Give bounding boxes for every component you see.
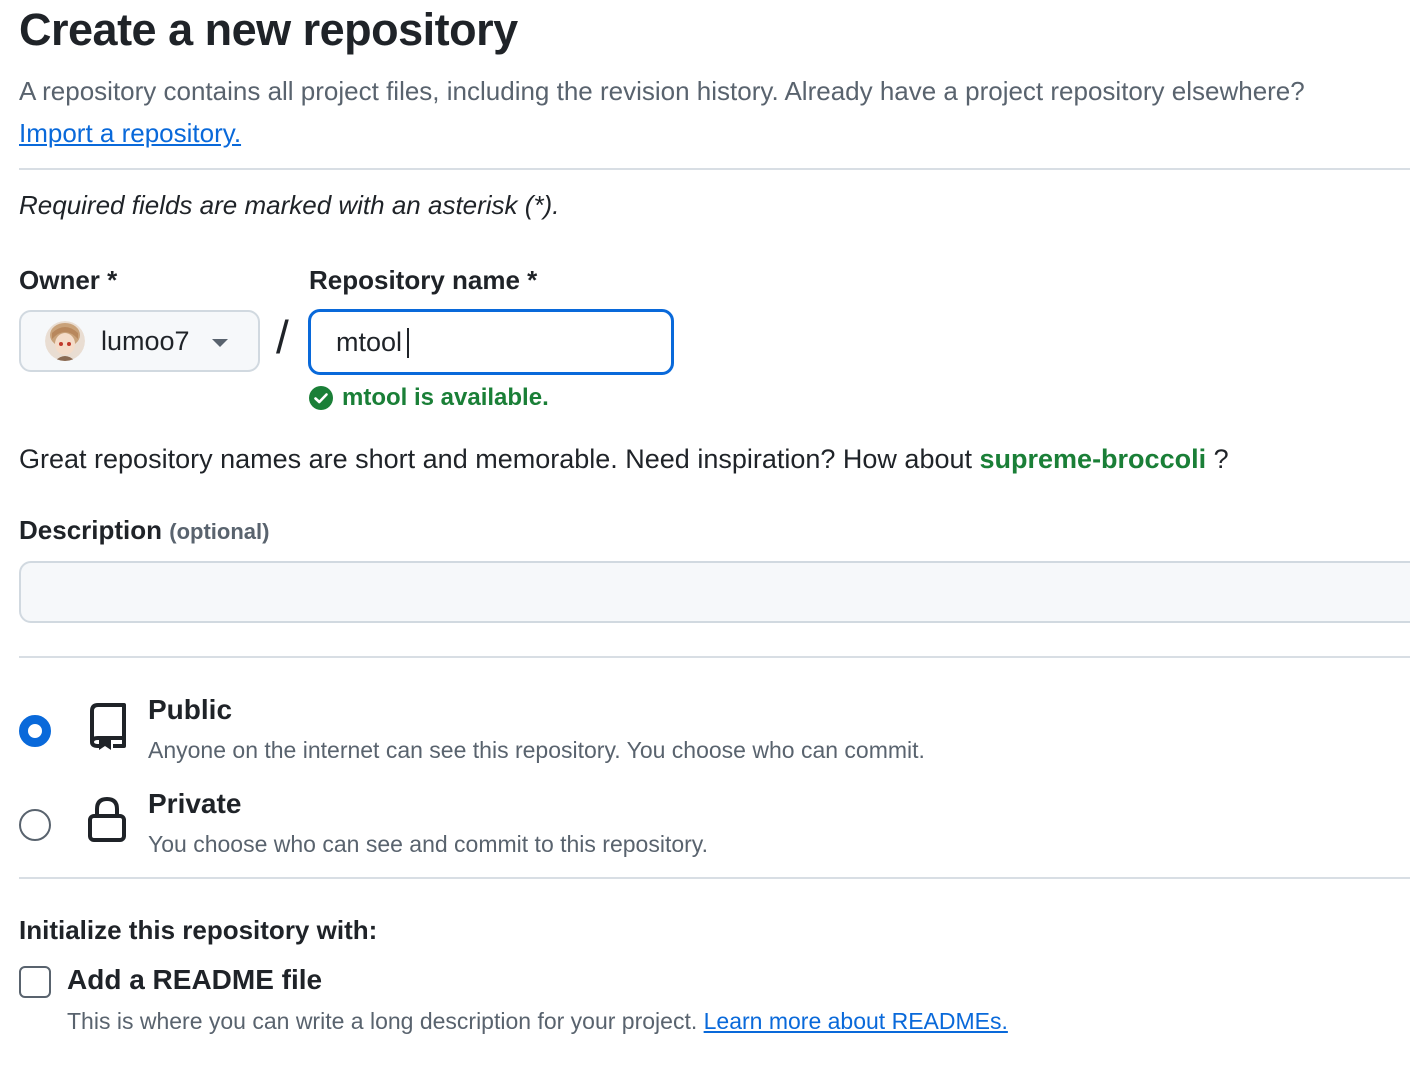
divider xyxy=(19,168,1410,170)
divider xyxy=(19,877,1410,879)
private-title: Private xyxy=(148,788,242,819)
public-title: Public xyxy=(148,694,233,725)
intro-text: A repository contains all project files,… xyxy=(19,70,1359,154)
repository-name-label: Repository name * xyxy=(309,265,538,295)
create-repository-page: Create a new repository A repository con… xyxy=(0,0,1410,1068)
readme-description: This is where you can write a long descr… xyxy=(67,1008,1008,1035)
optional-hint: (optional) xyxy=(169,519,270,544)
lock-icon xyxy=(88,796,126,842)
readme-label[interactable]: Add a README file xyxy=(67,964,322,996)
learn-more-readmes-link[interactable]: Learn more about READMEs. xyxy=(704,1008,1008,1034)
intro-description: A repository contains all project files,… xyxy=(19,76,1305,106)
readme-checkbox[interactable] xyxy=(19,966,51,998)
page-title: Create a new repository xyxy=(19,4,518,55)
owner-name: lumoo7 xyxy=(101,325,190,356)
description-label-text: Description xyxy=(19,515,163,545)
public-radio[interactable] xyxy=(19,715,51,747)
readme-description-text: This is where you can write a long descr… xyxy=(67,1008,698,1034)
description-input[interactable] xyxy=(19,561,1410,623)
required-fields-note: Required fields are marked with an aster… xyxy=(19,190,560,220)
description-label: Description (optional) xyxy=(19,515,269,546)
text-cursor xyxy=(407,328,409,358)
availability-status: mtool is available. xyxy=(309,384,549,412)
repo-icon xyxy=(90,703,126,750)
repository-name-input[interactable] xyxy=(308,309,674,375)
availability-text: mtool is available. xyxy=(342,384,549,411)
suggested-name-link[interactable]: supreme-broccoli xyxy=(980,444,1207,474)
initialize-title: Initialize this repository with: xyxy=(19,915,378,945)
check-circle-icon xyxy=(309,386,333,410)
owner-dropdown[interactable]: lumoo7 xyxy=(19,310,260,372)
chevron-down-icon xyxy=(211,338,228,347)
suggestion-text: Great repository names are short and mem… xyxy=(19,444,972,474)
avatar xyxy=(45,321,85,361)
private-radio[interactable] xyxy=(19,809,51,841)
suggestion-suffix: ? xyxy=(1213,444,1229,474)
owner-label: Owner * xyxy=(19,265,118,295)
owner-repo-separator: / xyxy=(276,311,289,363)
divider xyxy=(19,656,1410,658)
import-repository-link[interactable]: Import a repository. xyxy=(19,118,241,148)
private-description: You choose who can see and commit to thi… xyxy=(148,831,708,857)
public-description: Anyone on the internet can see this repo… xyxy=(148,737,925,763)
name-suggestion: Great repository names are short and mem… xyxy=(19,444,1229,475)
